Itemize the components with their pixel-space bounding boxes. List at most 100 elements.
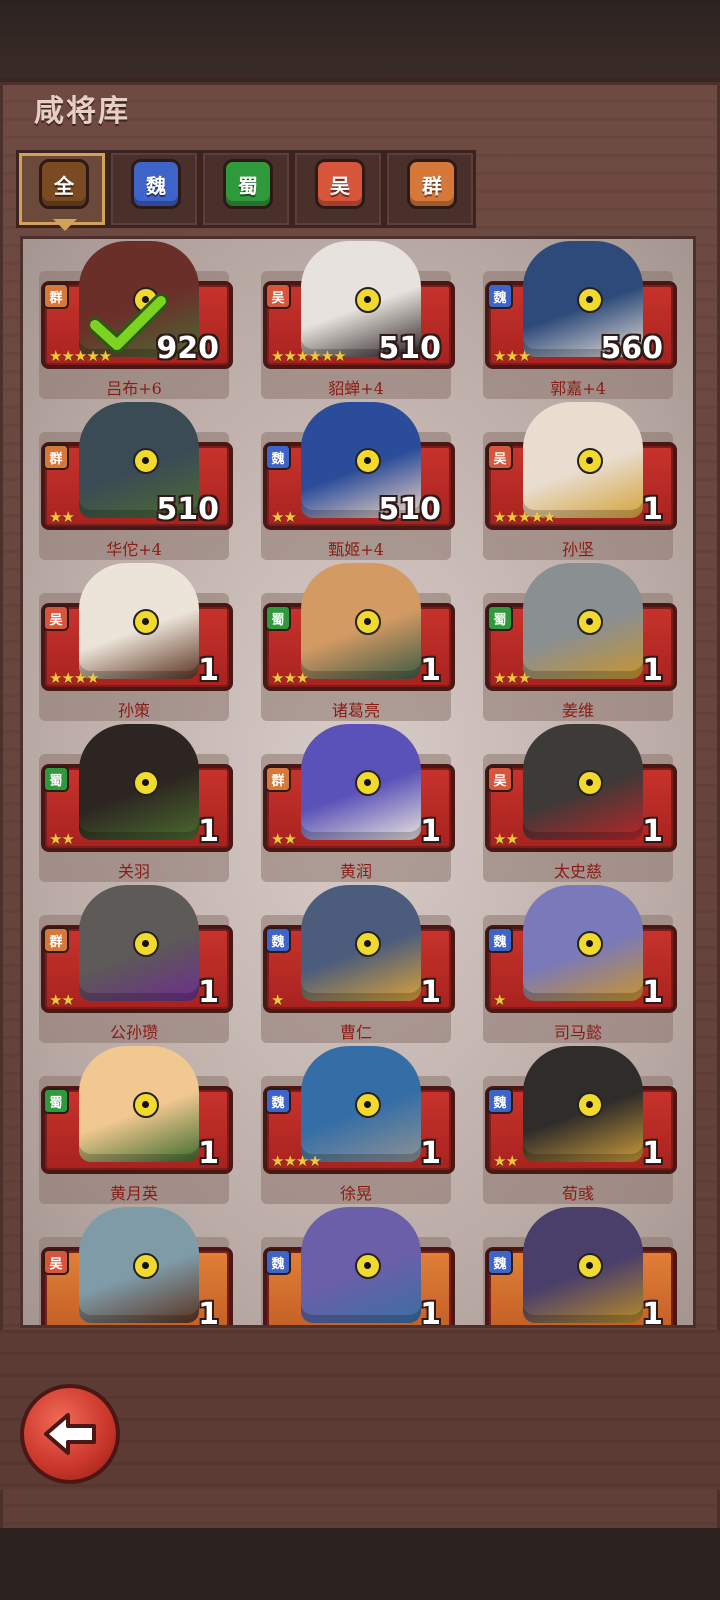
hero-count: 1 — [420, 1297, 441, 1328]
tab-4[interactable]: 群 — [384, 150, 476, 228]
hero-card[interactable]: 吴1 — [39, 1207, 233, 1328]
hero-portrait — [301, 1207, 421, 1323]
hero-card[interactable]: 吴 ★★ 1 太史慈 — [483, 724, 677, 886]
hero-eye — [355, 931, 381, 957]
hero-card[interactable]: 吴 ★★★★★ 1 孙坚 — [483, 402, 677, 564]
hero-card[interactable]: 蜀 ★★★ 1 姜维 — [483, 563, 677, 725]
hero-eye — [355, 1253, 381, 1279]
hero-count: 510 — [156, 492, 219, 527]
page-title: 咸将库 — [34, 94, 130, 129]
tab-label: 吴 — [315, 159, 365, 209]
tab-3[interactable]: 吴 — [292, 150, 384, 228]
star-rating: ★★★ — [493, 347, 531, 365]
faction-badge: 蜀 — [487, 605, 513, 631]
hero-card[interactable]: 蜀 1 黄月英 — [39, 1046, 233, 1208]
star-rating: ★★ — [493, 830, 519, 848]
hero-card[interactable]: 蜀 ★★ 1 关羽 — [39, 724, 233, 886]
hero-name: 关羽 — [117, 862, 150, 881]
hero-grid-panel: 群 ★★★★★ 920 吕布+6 吴 ★★★★★★ 510 貂蝉+4 魏 ★★★ 560 郭嘉+4 群 ★… — [20, 236, 696, 1328]
hero-name: 孙策 — [117, 701, 150, 720]
star-rating: ★★★ — [271, 669, 309, 687]
active-tab-indicator — [53, 219, 77, 231]
hero-name: 黄月英 — [109, 1184, 158, 1203]
hero-count: 1 — [642, 814, 663, 849]
faction-badge: 群 — [43, 283, 69, 309]
hero-portrait — [301, 885, 421, 1001]
faction-badge: 魏 — [487, 927, 513, 953]
hero-name: 太史慈 — [553, 862, 602, 881]
faction-badge: 群 — [43, 927, 69, 953]
hero-card[interactable]: 群 ★★ 1 黄润 — [261, 724, 455, 886]
hero-name: 曹仁 — [339, 1023, 372, 1042]
hero-card[interactable]: 魏1 — [483, 1207, 677, 1325]
hero-eye — [355, 448, 381, 474]
faction-badge: 吴 — [43, 1249, 69, 1275]
faction-badge: 吴 — [487, 766, 513, 792]
hero-portrait — [523, 402, 643, 518]
back-button[interactable] — [20, 1384, 120, 1484]
star-rating: ★★★★ — [49, 669, 100, 687]
hero-card[interactable]: 魏 ★ 1 曹仁 — [261, 885, 455, 1047]
faction-badge: 蜀 — [43, 766, 69, 792]
tab-2[interactable]: 蜀 — [200, 150, 292, 228]
hero-card[interactable]: 群 ★★ 510 华佗+4 — [39, 402, 233, 564]
hero-name: 貂蝉+4 — [328, 379, 384, 398]
hero-eye — [577, 770, 603, 796]
hero-count: 1 — [198, 1297, 219, 1328]
hero-eye — [577, 1092, 603, 1118]
hero-card[interactable]: 群 ★★ 1 公孙瓒 — [39, 885, 233, 1047]
top-strip — [0, 0, 720, 80]
star-rating: ★★ — [49, 991, 75, 1009]
hero-card[interactable]: 吴 ★★★★★★ 510 貂蝉+4 — [261, 241, 455, 403]
hero-card[interactable]: 魏 ★★★ 560 郭嘉+4 — [483, 241, 677, 403]
star-rating: ★★ — [493, 1152, 519, 1170]
hero-eye — [355, 287, 381, 313]
hero-portrait — [523, 563, 643, 679]
hero-eye — [133, 448, 159, 474]
tab-0[interactable]: 全 — [16, 150, 108, 231]
hero-name: 吕布+6 — [106, 379, 162, 398]
hero-card[interactable]: 蜀 ★★★ 1 诸葛亮 — [261, 563, 455, 725]
tab-1[interactable]: 魏 — [108, 150, 200, 228]
hero-card[interactable]: 魏 ★★ 1 荀彧 — [483, 1046, 677, 1208]
hero-count: 1 — [642, 653, 663, 688]
faction-badge: 蜀 — [265, 605, 291, 631]
hero-name: 诸葛亮 — [331, 701, 380, 720]
faction-badge: 魏 — [487, 1088, 513, 1114]
star-rating: ★★★★ — [271, 1152, 322, 1170]
star-rating: ★★★ — [493, 669, 531, 687]
hero-card[interactable]: 魏 ★★★★ 1 徐晃 — [261, 1046, 455, 1208]
star-rating: ★★ — [271, 508, 297, 526]
hero-name: 姜维 — [561, 701, 594, 720]
hero-card[interactable]: 群 ★★★★★ 920 吕布+6 — [39, 241, 233, 403]
tab-label: 群 — [407, 159, 457, 209]
hero-portrait — [79, 724, 199, 840]
faction-badge: 蜀 — [43, 1088, 69, 1114]
hero-eye — [577, 287, 603, 313]
hero-portrait — [523, 1207, 643, 1323]
hero-portrait — [79, 563, 199, 679]
faction-badge: 魏 — [487, 1249, 513, 1275]
hero-portrait — [523, 1046, 643, 1162]
star-rating: ★★ — [271, 830, 297, 848]
hero-count: 1 — [198, 814, 219, 849]
hero-card[interactable]: 魏 ★ 1 司马懿 — [483, 885, 677, 1047]
hero-count: 1 — [198, 975, 219, 1010]
hero-card[interactable]: 吴 ★★★★ 1 孙策 — [39, 563, 233, 725]
hero-count: 1 — [420, 1136, 441, 1171]
faction-badge: 群 — [265, 766, 291, 792]
hero-count: 1 — [642, 975, 663, 1010]
hero-card[interactable]: 魏 ★★ 510 甄姬+4 — [261, 402, 455, 564]
hero-card[interactable]: 魏1 — [261, 1207, 455, 1328]
faction-badge: 魏 — [265, 1088, 291, 1114]
hero-eye — [133, 770, 159, 796]
hero-count: 1 — [642, 1136, 663, 1171]
hero-portrait — [79, 1046, 199, 1162]
hero-count: 1 — [642, 492, 663, 527]
hero-eye — [133, 609, 159, 635]
hero-eye — [355, 609, 381, 635]
tab-label: 魏 — [131, 159, 181, 209]
tab-label: 全 — [39, 159, 89, 209]
hero-eye — [577, 448, 603, 474]
faction-tabs: 全魏蜀吴群 — [16, 150, 706, 231]
